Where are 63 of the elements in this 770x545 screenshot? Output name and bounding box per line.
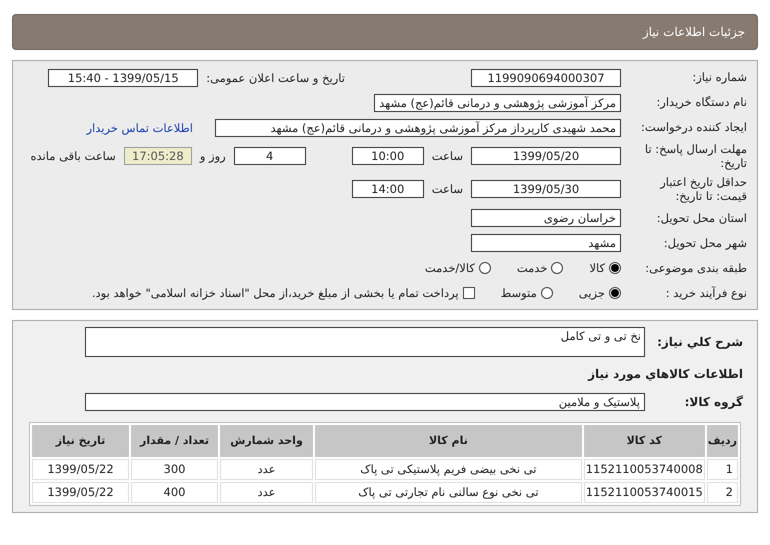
province-field: خراسان رضوی (471, 209, 621, 227)
table-cell: 1152110053740015 (584, 482, 705, 502)
radio-button[interactable] (609, 262, 621, 274)
column-header: تاریخ نیاز (32, 424, 130, 456)
field-label: طبقه بندی موضوعی: (644, 260, 747, 276)
radio-button[interactable] (551, 262, 564, 274)
field-label: شرح کلي نیاز: (656, 334, 743, 348)
description-field: نخ تی و تی کامل (85, 326, 645, 356)
remaining-time-field: 17:05:28 (124, 147, 192, 166)
table-cell: تی نخی نوع سالنی نام تجارتی تی پاک (315, 482, 582, 502)
checkbox[interactable] (462, 287, 475, 299)
field-label: ساعت باقی مانده (30, 149, 116, 164)
field-label: شهر محل تحویل: (662, 236, 747, 250)
date-field: 1399/05/20 (471, 147, 621, 166)
column-header: ردیف (706, 424, 738, 456)
radio-label: متوسط (500, 286, 537, 300)
contact-link[interactable]: اطلاعات تماس خریدار (86, 120, 193, 134)
field-label: روز و (200, 149, 226, 164)
field-label: مهلت ارسال پاسخ: تا تاریخ: (644, 142, 747, 171)
table-cell: عدد (220, 482, 314, 502)
table-cell: عدد (220, 458, 314, 480)
announce-date-field: 1399/05/15 - 15:40 (48, 68, 198, 86)
column-header: تعداد / مقدار (131, 424, 218, 456)
field-label: ساعت (432, 149, 463, 164)
table-cell: 2 (706, 482, 738, 502)
radio-button[interactable] (609, 287, 621, 299)
table-cell: 1 (706, 458, 738, 480)
page-header: جزئیات اطلاعات نیاز (12, 14, 758, 50)
date-field: 1399/05/30 (471, 180, 621, 198)
field-label: ایجاد کننده درخواست: (640, 120, 747, 135)
radio-button[interactable] (540, 287, 553, 299)
field-label: ساعت (432, 182, 463, 196)
table-cell: 400 (131, 482, 218, 502)
field-label: حداقل تاریخ اعتبار قیمت: تا تاریخ: (658, 174, 747, 204)
time-field: 14:00 (352, 180, 424, 198)
city-field: مشهد (471, 234, 621, 252)
radio-label: کالا/خدمت (424, 261, 475, 275)
radio-label: خدمت (516, 261, 548, 275)
field-label: نام دستگاه خریدار: (655, 95, 747, 110)
table-cell: 300 (131, 458, 218, 480)
column-header: کد کالا (584, 424, 705, 456)
time-field: 10:00 (352, 147, 424, 166)
field-label: نوع فرآیند خرید : (664, 286, 747, 300)
column-header: واحد شمارش (220, 424, 314, 456)
radio-label: جزیی (578, 286, 605, 300)
radio-button[interactable] (478, 262, 491, 274)
field-label: استان محل تحویل: (656, 210, 747, 226)
field-label: گروه کالا: (684, 395, 743, 409)
buyer-org-field: مرکز آموزشی پژوهشی و درمانی قائم(عج) مشهد (374, 94, 621, 112)
table-cell: 1399/05/22 (32, 482, 130, 502)
need-number-field: 1199090694000307 (471, 68, 621, 86)
days-field: 4 (234, 147, 306, 166)
field-label: شماره نیاز: (691, 70, 747, 85)
goods-group-field: پلاستیک و ملامین (85, 393, 645, 411)
radio-label: کالا (589, 261, 605, 275)
table-cell: 1399/05/22 (32, 458, 130, 480)
column-header: نام کالا (315, 424, 582, 456)
table-cell: 1152110053740008 (584, 458, 705, 480)
requester-field: محمد شهیدی کارپرداز مرکز آموزشی پژوهشی و درمانی قائم(عج) مشهد (215, 118, 621, 136)
field-label: تاریخ و ساعت اعلان عمومی: (206, 70, 345, 84)
treasury-note: پرداخت تمام یا بخشی از مبلغ خرید،از محل "اسناد خزانه اسلامی" خواهد بود. (92, 286, 459, 300)
section-title: اطلاعات کالاهاي مورد نیاز (588, 367, 743, 381)
table-cell: تی نخی بیضی فریم پلاستیکی تی پاک (315, 458, 582, 480)
